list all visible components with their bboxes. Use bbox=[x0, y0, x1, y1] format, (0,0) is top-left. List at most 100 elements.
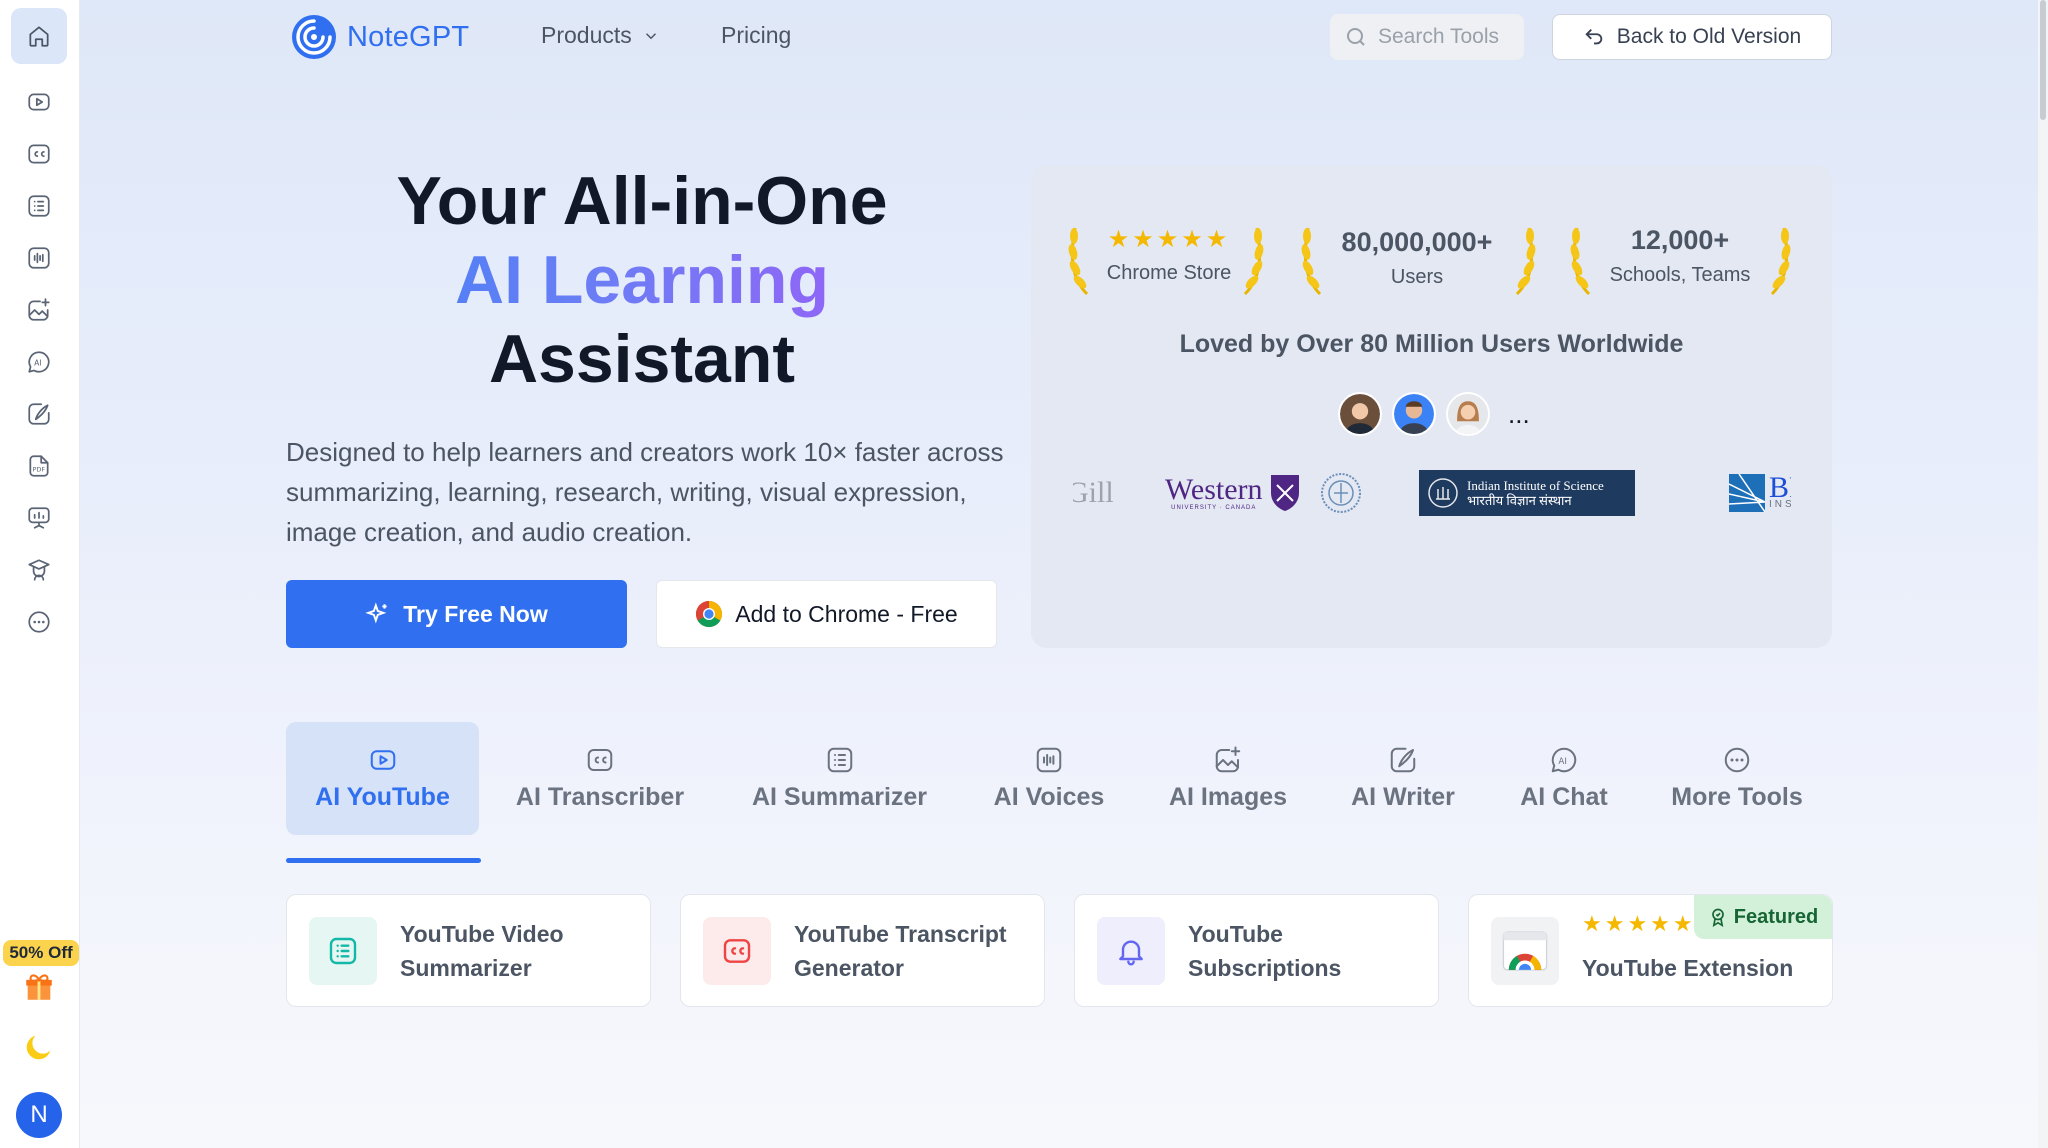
card-youtube-extension[interactable]: ★★★★★ YouTube Extension Featured bbox=[1468, 894, 1833, 1007]
gift-icon[interactable] bbox=[22, 970, 56, 1004]
sidebar-item-writer[interactable] bbox=[11, 386, 67, 442]
logo[interactable]: NoteGPT bbox=[289, 12, 469, 62]
sidebar-item-pdf[interactable]: PDF bbox=[11, 438, 67, 494]
laurel-right-icon bbox=[1515, 227, 1536, 296]
card-icon-container bbox=[1097, 917, 1165, 985]
youtube-play-icon bbox=[370, 750, 395, 770]
sidebar-item-transcriber[interactable] bbox=[11, 126, 67, 182]
more-users-indicator: ... bbox=[1508, 398, 1530, 429]
add-to-chrome-button[interactable]: Add to Chrome - Free bbox=[656, 580, 997, 648]
hero-title-line3: Assistant bbox=[488, 321, 796, 397]
notegpt-logo-icon bbox=[292, 15, 336, 59]
nav-pricing-label: Pricing bbox=[721, 22, 792, 48]
stat-schools: 12,000+ Schools, Teams bbox=[1597, 225, 1763, 287]
tab-label: AI Writer bbox=[1351, 783, 1455, 811]
card-title: YouTube Transcript Generator bbox=[794, 921, 1007, 981]
tab-ai-images[interactable]: AI Images bbox=[1160, 722, 1296, 835]
hero-title-line2: AI Learning bbox=[286, 241, 998, 320]
tab-label: AI Summarizer bbox=[751, 783, 928, 811]
laurel-left-icon bbox=[1068, 227, 1089, 296]
sidebar-item-learning[interactable] bbox=[11, 542, 67, 598]
ai-chat-icon: AI bbox=[28, 351, 50, 373]
stat-chrome-store-label: Chrome Store bbox=[1106, 262, 1232, 284]
image-sparkle-icon bbox=[28, 298, 50, 321]
card-icon-container bbox=[1491, 917, 1559, 985]
sidebar-item-home[interactable] bbox=[11, 8, 67, 64]
featured-badge: Featured bbox=[1694, 895, 1832, 939]
back-to-old-version-label: Back to Old Version bbox=[1616, 25, 1802, 48]
bro-logo: BRO INST bbox=[1729, 470, 1791, 516]
iisc-logo: Indian Institute of Science भारतीय विज्ञ… bbox=[1419, 470, 1635, 516]
moon-icon[interactable] bbox=[22, 1030, 56, 1064]
scrollbar-thumb[interactable] bbox=[2040, 0, 2046, 120]
university-logos: Gill Western UNIVERSITY · CANADA Indian … bbox=[1073, 470, 1791, 516]
card-youtube-subscriptions[interactable]: YouTube Subscriptions bbox=[1074, 894, 1439, 1007]
loved-by-users-text: Loved by Over 80 Million Users Worldwide bbox=[1179, 330, 1684, 358]
pen-writer-icon bbox=[28, 403, 50, 425]
tab-ai-voices[interactable]: AI Voices bbox=[981, 722, 1117, 835]
svg-text:PDF: PDF bbox=[33, 465, 46, 473]
user-avatar-1 bbox=[1338, 392, 1382, 436]
search-input[interactable]: Search Tools bbox=[1330, 14, 1524, 60]
chrome-icon bbox=[696, 600, 723, 628]
mcgill-logo: Gill bbox=[1073, 476, 1114, 509]
ai-chat-icon: AI bbox=[1551, 747, 1577, 773]
tab-label: AI YouTube bbox=[315, 783, 450, 811]
western-logo: Western UNIVERSITY · CANADA bbox=[1165, 470, 1301, 516]
chrome-icon bbox=[1502, 931, 1548, 971]
promo-badge[interactable]: 50% Off bbox=[3, 940, 79, 966]
list-icon bbox=[28, 195, 50, 217]
try-free-now-button[interactable]: Try Free Now bbox=[286, 580, 627, 648]
tab-ai-summarizer[interactable]: AI Summarizer bbox=[742, 722, 937, 835]
closed-captions-icon bbox=[723, 939, 751, 963]
return-arrow-icon bbox=[1585, 29, 1602, 45]
sidebar-item-chat[interactable]: AI bbox=[11, 334, 67, 390]
tab-more-tools[interactable]: More Tools bbox=[1662, 722, 1812, 835]
active-tab-indicator bbox=[286, 858, 481, 863]
sidebar-item-more[interactable] bbox=[11, 594, 67, 650]
laurel-right-icon bbox=[1243, 227, 1264, 296]
award-icon bbox=[1711, 908, 1724, 927]
tab-ai-transcriber[interactable]: AI Transcriber bbox=[508, 722, 692, 835]
stats-panel: ★★★★★ Chrome Store 80,000,000+ Users 12,… bbox=[1031, 165, 1832, 648]
page-scrollbar[interactable] bbox=[2038, 0, 2048, 1148]
image-sparkle-icon bbox=[1215, 746, 1241, 773]
svg-text:AI: AI bbox=[1558, 757, 1567, 767]
home-icon bbox=[29, 26, 49, 47]
tab-label: AI Voices bbox=[993, 783, 1105, 811]
stat-users: 80,000,000+ Users bbox=[1325, 227, 1509, 289]
sidebar: AI PDF 50% Off N bbox=[0, 0, 80, 1148]
nav-products-label: Products bbox=[541, 22, 632, 48]
tab-ai-youtube[interactable]: AI YouTube bbox=[286, 722, 479, 835]
featured-label: Featured bbox=[1733, 905, 1819, 928]
card-youtube-transcript-generator[interactable]: YouTube Transcript Generator bbox=[680, 894, 1045, 1007]
graduation-icon bbox=[28, 559, 50, 581]
more-icon bbox=[1724, 747, 1750, 773]
list-icon bbox=[827, 747, 852, 773]
back-to-old-version-button[interactable]: Back to Old Version bbox=[1552, 14, 1832, 60]
logo-text: NoteGPT bbox=[347, 20, 470, 53]
sidebar-item-images[interactable] bbox=[11, 282, 67, 338]
list-icon bbox=[329, 937, 357, 965]
pen-writer-icon bbox=[1390, 747, 1416, 773]
sidebar-item-voices[interactable] bbox=[11, 230, 67, 286]
card-title: YouTube Subscriptions bbox=[1188, 921, 1342, 981]
nav-products[interactable]: Products bbox=[541, 22, 660, 49]
card-title: YouTube Extension bbox=[1582, 955, 1794, 981]
user-avatar[interactable]: N bbox=[16, 1092, 62, 1138]
rating-stars: ★★★★★ bbox=[1107, 226, 1231, 253]
sidebar-item-youtube[interactable] bbox=[11, 74, 67, 130]
sidebar-item-summarizer[interactable] bbox=[11, 178, 67, 234]
pdf-icon: PDF bbox=[29, 455, 49, 477]
nav-pricing[interactable]: Pricing bbox=[721, 22, 791, 49]
youtube-play-icon bbox=[28, 93, 50, 111]
laurel-left-icon bbox=[1570, 227, 1591, 296]
tab-ai-writer[interactable]: AI Writer bbox=[1340, 722, 1466, 835]
sidebar-item-presentation[interactable] bbox=[11, 490, 67, 546]
try-free-now-label: Try Free Now bbox=[403, 600, 548, 627]
stat-schools-label: Schools, Teams bbox=[1609, 264, 1751, 286]
card-youtube-video-summarizer[interactable]: YouTube Video Summarizer bbox=[286, 894, 651, 1007]
closed-captions-icon bbox=[28, 144, 50, 164]
user-avatar-2 bbox=[1392, 392, 1436, 436]
tab-ai-chat[interactable]: AI AI Chat bbox=[1506, 722, 1622, 835]
